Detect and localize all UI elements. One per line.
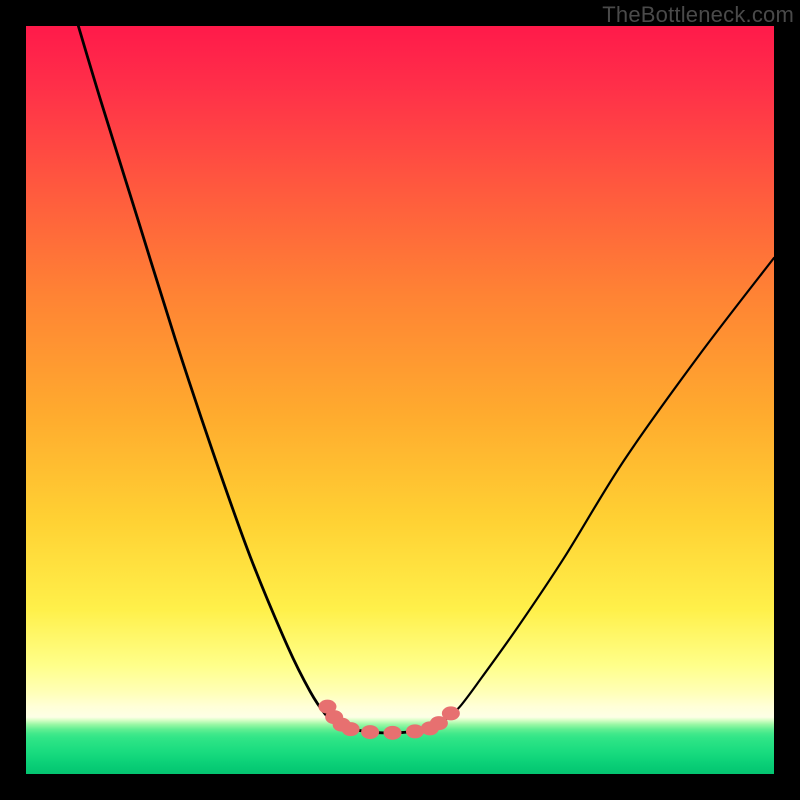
chart-svg — [26, 26, 774, 774]
curve-right-curve — [437, 258, 774, 725]
watermark-text: TheBottleneck.com — [602, 2, 794, 28]
curve-group — [78, 26, 774, 733]
right-marker-2 — [442, 706, 460, 720]
outer-frame: TheBottleneck.com — [0, 0, 800, 800]
floor-marker-2 — [361, 725, 379, 739]
curve-left-curve — [78, 26, 340, 724]
floor-marker-3 — [384, 726, 402, 740]
floor-marker-5 — [421, 721, 439, 735]
floor-marker-1 — [342, 722, 360, 736]
marker-group — [318, 700, 459, 740]
floor-marker-4 — [406, 724, 424, 738]
